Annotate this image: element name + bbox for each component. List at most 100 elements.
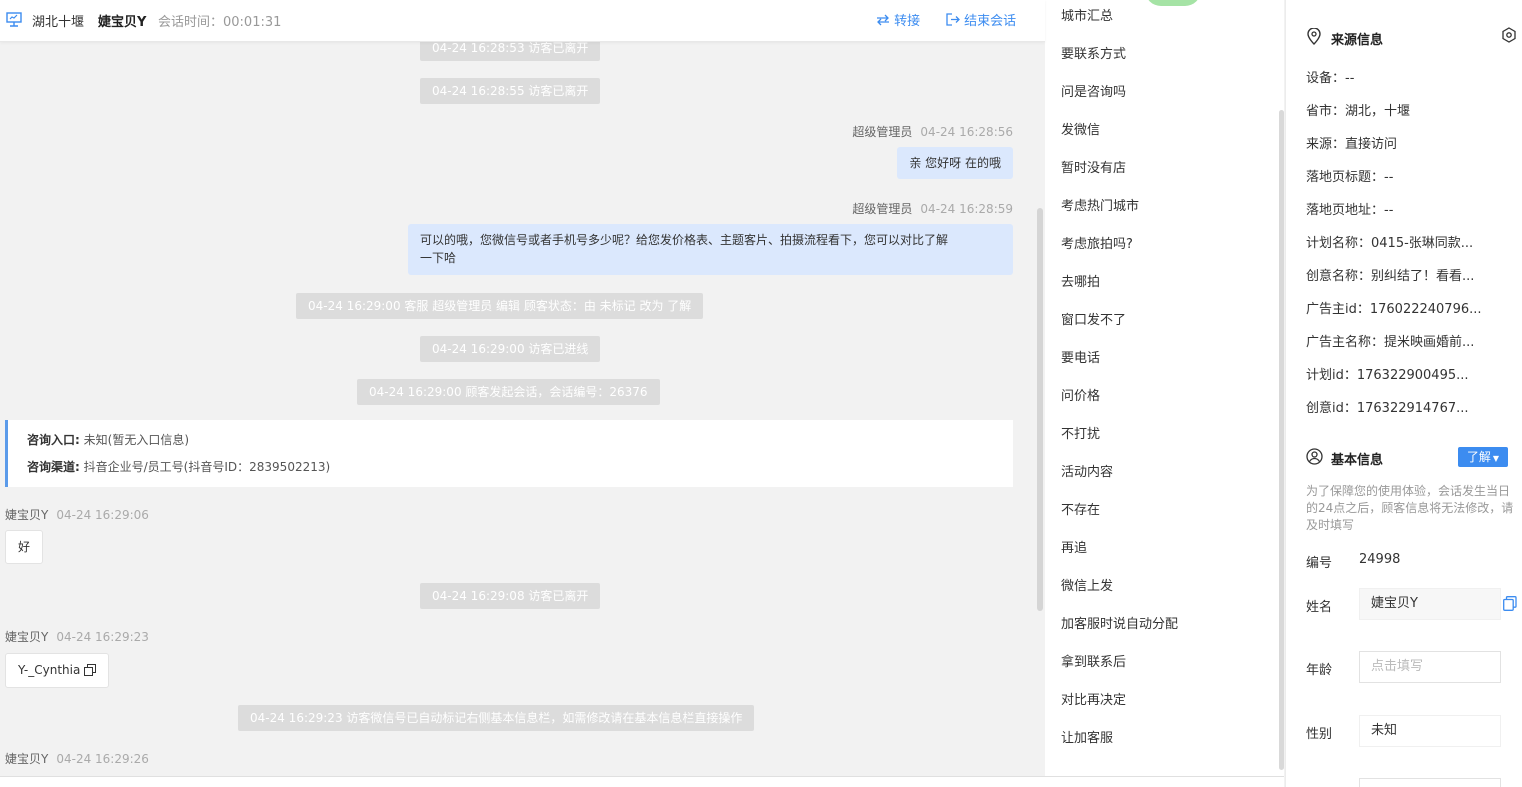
chat-header: 湖北十堰 婕宝贝Y 会话时间：00:01:31 转接 结束会话	[0, 0, 1045, 42]
message-time: 04-24 16:28:56	[920, 125, 1013, 139]
message-line: 一下哈	[420, 251, 457, 265]
agent-message: 可以的哦，您微信号或者手机号多少呢？给您发价格表、主题客片、拍摄流程看下，您可以…	[408, 224, 1013, 275]
basic-info-title: 基本信息	[1331, 453, 1384, 468]
copy-icon[interactable]	[84, 664, 97, 676]
visitor-name: 婕宝贝Y	[98, 15, 147, 30]
system-message: 04-24 16:28:55 访客已离开	[420, 78, 601, 104]
age-label: 年龄	[1306, 663, 1333, 678]
caret-down-icon: ▼	[1492, 454, 1500, 463]
message-meta: 婕宝贝Y 04-24 16:29:06	[5, 506, 149, 523]
monitor-icon	[6, 12, 22, 27]
quick-reply-item[interactable]: 发微信	[1061, 119, 1100, 138]
message-time: 04-24 16:29:23	[56, 630, 149, 644]
quick-reply-item[interactable]: 窗口发不了	[1061, 309, 1126, 328]
device-field: 设备：--	[1306, 71, 1355, 86]
visitor-location: 湖北十堰	[32, 15, 85, 30]
end-session-button[interactable]: 结束会话	[946, 10, 1016, 29]
wechat-id-text: Y-_Cynthia	[18, 663, 81, 677]
landing-title-field: 落地页标题：--	[1306, 170, 1394, 185]
channel-value: 抖音企业号/员工号(抖音号ID：2839502213)	[83, 460, 331, 474]
consult-info-card: 咨询入口: 未知(暂无入口信息) 咨询渠道: 抖音企业号/员工号(抖音号ID：2…	[5, 420, 1013, 487]
entry-value: 未知(暂无入口信息)	[83, 433, 190, 447]
chat-scrollbar[interactable]	[1037, 208, 1043, 611]
message-line: 可以的哦，您微信号或者手机号多少呢？给您发价格表、主题客片、拍摄流程看下，您可以…	[420, 233, 949, 247]
session-time: 会话时间：00:01:31	[158, 15, 282, 30]
decorative-blob	[1145, 0, 1201, 6]
visitor-message: 好	[5, 530, 44, 564]
quick-reply-item[interactable]: 对比再决定	[1061, 689, 1126, 708]
user-circle-icon	[1306, 448, 1323, 465]
settings-icon[interactable]	[1501, 27, 1517, 43]
quick-reply-item[interactable]: 不存在	[1061, 499, 1100, 518]
entry-label: 咨询入口:	[27, 433, 80, 447]
advertiser-id-field: 广告主id：176022240796...	[1306, 302, 1482, 317]
plan-id-field: 计划id：176322900495...	[1306, 368, 1469, 383]
transfer-label: 转接	[894, 14, 921, 29]
quick-reply-item[interactable]: 再追	[1061, 537, 1087, 556]
quick-reply-item[interactable]: 暂时没有店	[1061, 157, 1126, 176]
system-message: 04-24 16:29:08 访客已离开	[420, 583, 601, 609]
customer-status-dropdown[interactable]: 了解 ▼	[1458, 447, 1508, 467]
source-info-title: 来源信息	[1331, 33, 1384, 48]
province-field: 省市：湖北，十堰	[1306, 104, 1411, 119]
transfer-icon	[877, 14, 889, 26]
sender-name: 婕宝贝Y	[5, 508, 49, 522]
age-input[interactable]: 点击填写	[1359, 651, 1501, 683]
gender-select[interactable]: 未知	[1359, 715, 1501, 747]
quick-reply-item[interactable]: 问是咨询吗	[1061, 81, 1126, 100]
quick-reply-item[interactable]: 要电话	[1061, 347, 1100, 366]
id-value: 24998	[1359, 552, 1401, 567]
creative-name-field: 创意名称：别纠结了！看看...	[1306, 269, 1475, 284]
quick-reply-item[interactable]: 去哪拍	[1061, 271, 1100, 290]
sender-name: 婕宝贝Y	[5, 752, 49, 766]
transfer-button[interactable]: 转接	[876, 10, 920, 29]
quick-reply-item[interactable]: 拿到联系后	[1061, 651, 1126, 670]
quick-reply-item[interactable]: 让加客服	[1061, 727, 1113, 746]
quick-reply-item[interactable]: 考虑旅拍吗?	[1061, 233, 1133, 252]
message-input-area[interactable]	[0, 776, 1284, 787]
quick-reply-item[interactable]: 微信上发	[1061, 575, 1113, 594]
quick-reply-item[interactable]: 问价格	[1061, 385, 1100, 404]
quick-reply-item[interactable]: 考虑热门城市	[1061, 195, 1139, 214]
plan-name-field: 计划名称：0415-张琳同款...	[1306, 236, 1474, 251]
status-label: 了解	[1466, 450, 1491, 464]
sender-name: 婕宝贝Y	[5, 630, 49, 644]
id-label: 编号	[1306, 556, 1333, 571]
quick-reply-item[interactable]: 要联系方式	[1061, 43, 1126, 62]
location-pin-icon	[1307, 28, 1321, 45]
channel-label: 咨询渠道:	[27, 460, 80, 474]
copy-icon[interactable]	[1503, 596, 1517, 611]
visitor-message: Y-_Cynthia	[5, 653, 110, 688]
gender-label: 性别	[1306, 727, 1333, 742]
origin-field: 来源：直接访问	[1306, 137, 1398, 152]
name-label: 姓名	[1306, 600, 1333, 615]
system-message: 04-24 16:29:23 访客微信号已自动标记右侧基本信息栏，如需修改请在基…	[238, 705, 755, 731]
system-message: 04-24 16:29:00 访客已进线	[420, 336, 601, 362]
message-meta: 婕宝贝Y 04-24 16:29:26	[5, 750, 149, 767]
agent-message: 亲 您好呀 在的哦	[897, 147, 1013, 179]
message-time: 04-24 16:29:26	[56, 752, 149, 766]
quick-reply-item[interactable]: 活动内容	[1061, 461, 1113, 480]
sender-name: 超级管理员	[852, 202, 913, 216]
edit-hint: 为了保障您的使用体验，会话发生当日的24点之后，顾客信息将无法修改，请及时填写	[1306, 484, 1514, 532]
end-session-label: 结束会话	[964, 14, 1017, 29]
quick-reply-list: 城市汇总 要联系方式 问是咨询吗 发微信 暂时没有店 考虑热门城市 考虑旅拍吗?…	[1045, 0, 1284, 776]
name-field[interactable]: 婕宝贝Y	[1359, 588, 1501, 620]
message-meta: 超级管理员 04-24 16:28:56	[852, 123, 1013, 140]
message-meta: 婕宝贝Y 04-24 16:29:23	[5, 628, 149, 645]
landing-url-field: 落地页地址：--	[1306, 203, 1394, 218]
creative-id-field: 创意id：176322914767...	[1306, 401, 1469, 416]
entry-row: 咨询入口: 未知(暂无入口信息)	[27, 431, 189, 448]
sender-name: 超级管理员	[852, 125, 913, 139]
quick-reply-item[interactable]: 城市汇总	[1061, 5, 1113, 24]
advertiser-name-field: 广告主名称：提米映画婚前...	[1306, 335, 1475, 350]
channel-row: 咨询渠道: 抖音企业号/员工号(抖音号ID：2839502213)	[27, 458, 330, 475]
quick-reply-scrollbar[interactable]	[1279, 110, 1284, 770]
logout-icon	[946, 13, 960, 26]
message-time: 04-24 16:28:59	[920, 202, 1013, 216]
system-message: 04-24 16:29:00 客服 超级管理员 编辑 顾客状态：由 未标记 改为…	[296, 293, 704, 319]
quick-reply-item[interactable]: 加客服时说自动分配	[1061, 613, 1178, 632]
next-field-partial[interactable]	[1359, 778, 1501, 787]
visitor-info-panel: 来源信息 设备：-- 省市：湖北，十堰 来源：直接访问 落地页标题：-- 落地页…	[1285, 0, 1522, 787]
quick-reply-item[interactable]: 不打扰	[1061, 423, 1100, 442]
